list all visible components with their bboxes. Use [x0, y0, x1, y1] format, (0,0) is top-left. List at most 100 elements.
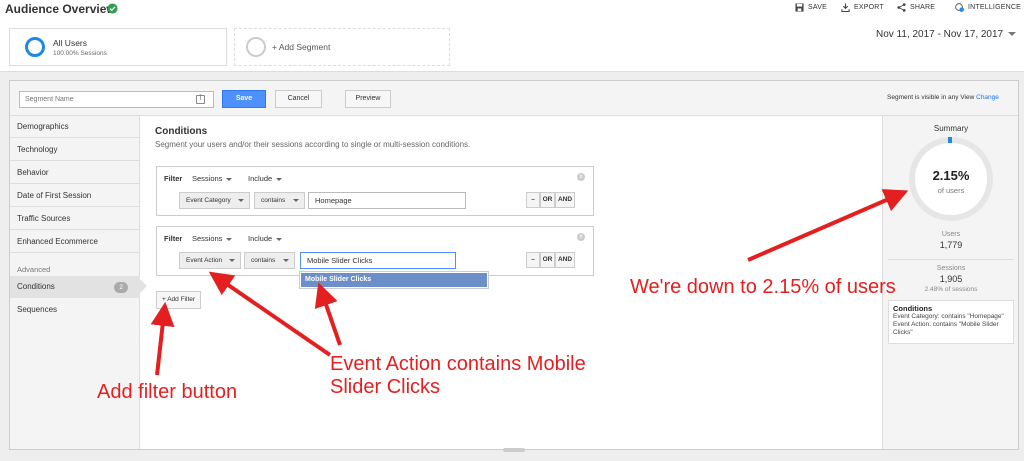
summary-conditions: Conditions Event Category: contains "Hom…	[888, 300, 1014, 344]
save-button[interactable]: Save	[222, 90, 266, 108]
include-dropdown[interactable]: Include	[248, 234, 283, 243]
nav-item-date-of-first-session[interactable]: Date of First Session	[10, 185, 140, 207]
scope-dropdown[interactable]: Sessions	[192, 174, 233, 183]
nav-item-demographics[interactable]: Demographics	[10, 116, 140, 138]
filter-value-input[interactable]: Homepage	[308, 192, 466, 209]
verified-check-icon	[107, 3, 118, 14]
text-field-icon: Ī	[196, 95, 205, 104]
share-label: SHARE	[910, 4, 936, 11]
users-label: Users	[941, 231, 961, 238]
segment-ring-icon	[25, 37, 45, 57]
chevron-down-icon	[1008, 32, 1017, 37]
builder-header: Ī Save Cancel Preview Segment is visible…	[10, 81, 1018, 116]
sessions-label: Sessions	[936, 265, 966, 272]
export-icon	[841, 3, 850, 12]
export-label: EXPORT	[854, 4, 884, 11]
autocomplete-dropdown: Mobile Slider Clicks	[299, 271, 489, 289]
or-button[interactable]: OR	[540, 252, 555, 268]
segment-card-all-users[interactable]: All Users 100.00% Sessions	[9, 28, 227, 66]
save-report-label: SAVE	[808, 4, 827, 11]
dimension-value: Event Category	[186, 197, 231, 204]
dimension-select[interactable]: Event Category	[179, 192, 250, 209]
remove-condition-button[interactable]: –	[526, 252, 540, 268]
chevron-down-icon	[226, 177, 233, 181]
operator-select[interactable]: contains	[254, 192, 305, 209]
sessions-percent: 2.48% of sessions	[924, 286, 978, 293]
remove-filter-icon[interactable]: x	[577, 173, 585, 181]
filter-block-1: Filter Sessions Include x Event Category…	[156, 166, 594, 216]
filter-label: Filter	[164, 234, 183, 243]
annotation-event-action-line-2: Slider Clicks	[330, 376, 441, 398]
annotation-event-action-line-1: Event Action contains Mobile	[330, 353, 586, 375]
remove-filter-icon[interactable]: x	[577, 233, 585, 241]
add-filter-button[interactable]: + Add Filter	[156, 291, 201, 309]
export-button[interactable]: EXPORT	[841, 3, 884, 12]
floppy-icon	[795, 3, 804, 12]
filter-block-2: Filter Sessions Include x Event Action c…	[156, 226, 594, 276]
preview-button[interactable]: Preview	[345, 90, 391, 108]
summary-condition-line: Event Action: contains "Mobile Slider Cl…	[893, 321, 999, 336]
change-link[interactable]: Change	[976, 94, 999, 101]
include-dropdown[interactable]: Include	[248, 174, 283, 183]
users-percent: 2.15%	[932, 168, 970, 183]
add-segment-card[interactable]: + Add Segment	[234, 28, 450, 66]
add-segment-label: + Add Segment	[272, 42, 331, 52]
conditions-title: Conditions	[155, 126, 208, 137]
chevron-down-icon	[226, 237, 233, 241]
summary-conditions-heading: Conditions	[893, 304, 933, 313]
dimension-value: Event Action	[186, 257, 223, 264]
nav-item-behavior[interactable]: Behavior	[10, 162, 140, 184]
scope-value: Sessions	[192, 174, 223, 183]
operator-value: contains	[251, 257, 276, 264]
and-button[interactable]: AND	[555, 252, 575, 268]
and-button[interactable]: AND	[555, 192, 575, 208]
segment-detail: 100.00% Sessions	[53, 50, 107, 57]
scope-dropdown[interactable]: Sessions	[192, 234, 233, 243]
users-percent-label: of users	[937, 186, 965, 195]
save-report-button[interactable]: SAVE	[795, 3, 827, 12]
date-range-picker[interactable]: Nov 11, 2017 - Nov 17, 2017	[876, 29, 1017, 40]
operator-select[interactable]: contains	[244, 252, 295, 269]
nav-item-conditions[interactable]: Conditions 2	[10, 276, 140, 298]
date-range-label: Nov 11, 2017 - Nov 17, 2017	[876, 29, 1004, 40]
sessions-value: 1,905	[939, 274, 963, 284]
summary-panel: Summary 2.15% of users Users 1,779 Sessi…	[882, 116, 1018, 449]
nav-group-advanced: Advanced	[17, 265, 51, 274]
autocomplete-option[interactable]: Mobile Slider Clicks	[301, 273, 487, 287]
share-button[interactable]: SHARE	[897, 3, 935, 12]
conditions-count-badge: 2	[114, 282, 128, 293]
nav-item-sequences[interactable]: Sequences	[10, 299, 140, 321]
nav-item-technology[interactable]: Technology	[10, 139, 140, 161]
users-value: 1,779	[939, 240, 963, 250]
remove-condition-button[interactable]: –	[526, 192, 540, 208]
summary-divider	[888, 259, 1014, 260]
intelligence-label: INTELLIGENCE	[968, 4, 1021, 11]
dimension-select[interactable]: Event Action	[179, 252, 241, 269]
segment-name-input[interactable]	[19, 91, 214, 108]
or-button[interactable]: OR	[540, 192, 555, 208]
chevron-down-icon	[276, 237, 283, 241]
include-value: Include	[248, 174, 273, 183]
visibility-text: Segment is visible in any View	[887, 94, 975, 101]
active-nav-pointer	[140, 279, 147, 293]
intelligence-icon	[955, 3, 964, 12]
cancel-button[interactable]: Cancel	[275, 90, 322, 108]
chevron-down-icon	[283, 259, 289, 262]
conditions-description: Segment your users and/or their sessions…	[155, 140, 471, 149]
segment-strip: All Users 100.00% Sessions + Add Segment…	[0, 20, 1024, 72]
share-icon	[897, 3, 906, 12]
chevron-down-icon	[229, 259, 235, 262]
filter-label: Filter	[164, 174, 183, 183]
intelligence-button[interactable]: INTELLIGENCE	[955, 3, 1021, 12]
chevron-down-icon	[276, 177, 283, 181]
top-bar: Audience Overview SAVE EXPORT SHARE INTE…	[0, 0, 1024, 20]
filter-value-input[interactable]: Mobile Slider Clicks	[300, 252, 456, 269]
scope-value: Sessions	[192, 234, 223, 243]
summary-title: Summary	[933, 124, 969, 133]
annotation-add-filter: Add filter button	[97, 381, 238, 403]
nav-item-enhanced-ecommerce[interactable]: Enhanced Ecommerce	[10, 231, 140, 253]
summary-condition-line: Event Category: contains "Homepage"	[893, 313, 1004, 320]
resize-handle[interactable]	[503, 448, 525, 452]
visibility-note: Segment is visible in any View Change	[887, 94, 999, 101]
nav-item-traffic-sources[interactable]: Traffic Sources	[10, 208, 140, 230]
